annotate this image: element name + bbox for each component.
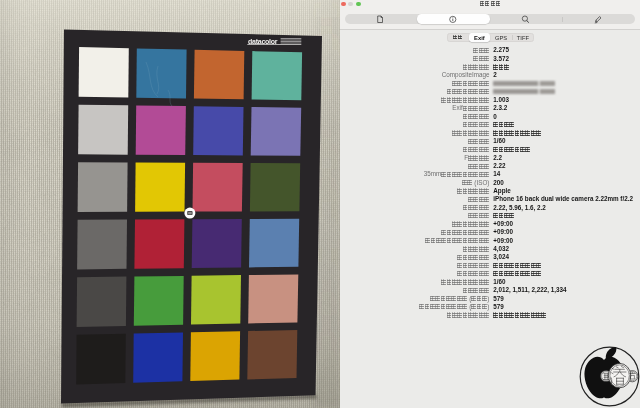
svg-text:datacolor: datacolor	[248, 38, 278, 45]
